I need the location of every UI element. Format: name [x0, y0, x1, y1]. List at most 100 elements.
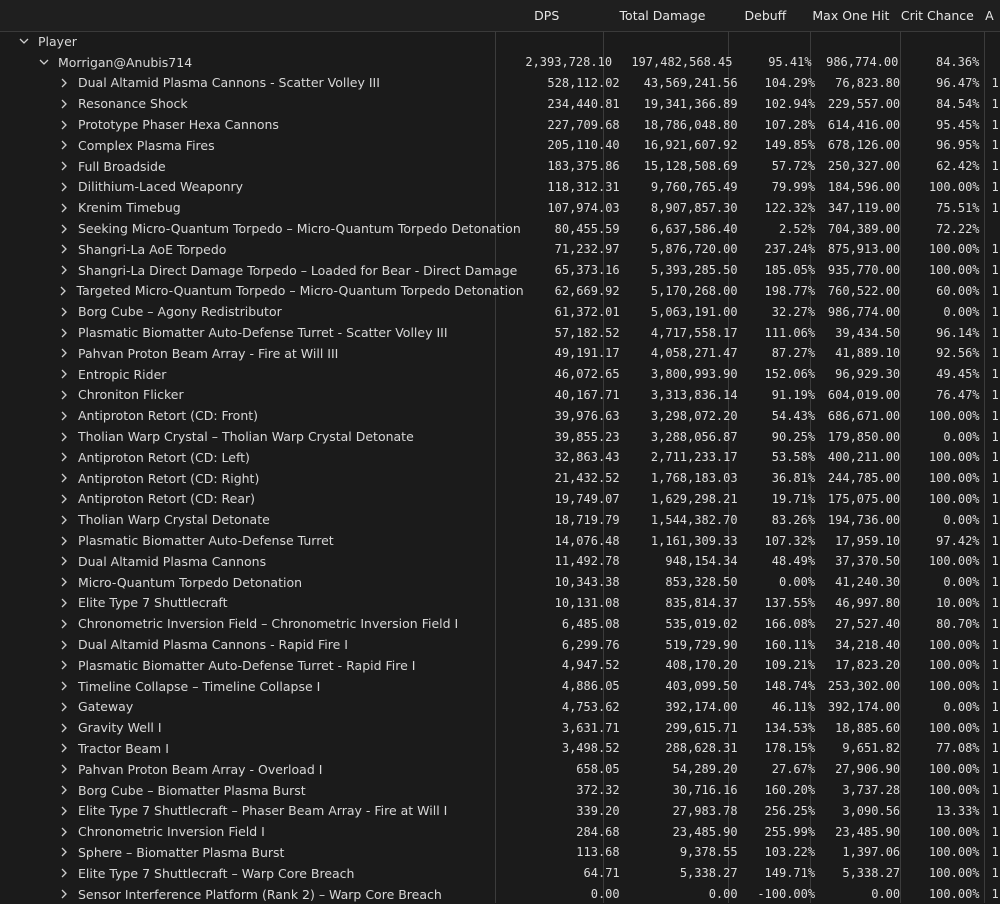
tree-row-ability[interactable]: Antiproton Retort (CD: Front) 39,976.63 3,…: [0, 405, 1000, 426]
tree-row-ability[interactable]: Antiproton Retort (CD: Rear) 19,749.07 1,6…: [0, 489, 1000, 510]
chevron-right-icon[interactable]: [57, 515, 71, 525]
ability-name: Borg Cube – Biomatter Plasma Burst: [78, 782, 306, 798]
tree-row-ability[interactable]: Targeted Micro-Quantum Torpedo – Micro-Q…: [0, 281, 1000, 302]
column-header-debuff[interactable]: Debuff: [725, 0, 807, 31]
chevron-right-icon[interactable]: [57, 827, 71, 837]
chevron-right-icon[interactable]: [57, 785, 71, 795]
ability-name: Timeline Collapse – Timeline Collapse I: [78, 678, 321, 694]
tree-row-ability[interactable]: Borg Cube – Agony Redistributor 61,372.01…: [0, 301, 1000, 322]
ability-name: Plasmatic Biomatter Auto-Defense Turret: [78, 533, 334, 549]
chevron-right-icon[interactable]: [57, 764, 71, 774]
extra-cell: 1: [991, 554, 999, 569]
tree-row-ability[interactable]: Complex Plasma Fires 205,110.40 16,921,607…: [0, 135, 1000, 156]
chevron-right-icon[interactable]: [57, 723, 71, 733]
chevron-right-icon[interactable]: [57, 369, 71, 379]
tree-row-ability[interactable]: Full Broadside 183,375.86 15,128,508.69 57.…: [0, 156, 1000, 177]
chevron-right-icon[interactable]: [57, 473, 71, 483]
tree-row-group[interactable]: Player: [0, 31, 1000, 52]
chevron-right-icon[interactable]: [57, 307, 71, 317]
chevron-right-icon[interactable]: [57, 161, 71, 171]
chevron-right-icon[interactable]: [57, 286, 70, 296]
tree-row-ability[interactable]: Antiproton Retort (CD: Left) 32,863.43 2,7…: [0, 447, 1000, 468]
tree-row-ability[interactable]: Tholian Warp Crystal Detonate 18,719.79 1,…: [0, 509, 1000, 530]
chevron-right-icon[interactable]: [57, 868, 71, 878]
tree-row-ability[interactable]: Borg Cube – Biomatter Plasma Burst 372.32…: [0, 780, 1000, 801]
tree-row-ability[interactable]: Timeline Collapse – Timeline Collapse I 4…: [0, 676, 1000, 697]
chevron-right-icon[interactable]: [57, 348, 71, 358]
column-header-crit-chance[interactable]: Crit Chance: [896, 0, 980, 31]
tree-row-ability[interactable]: Sensor Interference Platform (Rank 2) – …: [0, 884, 1000, 904]
chevron-right-icon[interactable]: [57, 411, 71, 421]
tree-row-ability[interactable]: Plasmatic Biomatter Auto-Defense Turret 1…: [0, 530, 1000, 551]
tree-row-ability[interactable]: Prototype Phaser Hexa Cannons 227,709.68 1…: [0, 114, 1000, 135]
tree-row-ability[interactable]: Gateway 4,753.62 392,174.00 46.11% 392,174.0…: [0, 697, 1000, 718]
chevron-right-icon[interactable]: [57, 452, 71, 462]
tree-row-ability[interactable]: Gravity Well I 3,631.71 299,615.71 134.53% 1…: [0, 717, 1000, 738]
tree-row-ability[interactable]: Sphere – Biomatter Plasma Burst 113.68 9,3…: [0, 842, 1000, 863]
tree-row-ability[interactable]: Shangri-La AoE Torpedo 71,232.97 5,876,720…: [0, 239, 1000, 260]
tree-row-ability[interactable]: Dual Altamid Plasma Cannons - Rapid Fire…: [0, 634, 1000, 655]
max-one-hit-cell: 686,671.00: [827, 408, 901, 423]
chevron-right-icon[interactable]: [57, 224, 71, 234]
tree-row-ability[interactable]: Dual Altamid Plasma Cannons - Scatter Vo…: [0, 73, 1000, 94]
chevron-right-icon[interactable]: [57, 743, 71, 753]
chevron-down-icon[interactable]: [37, 57, 51, 67]
chevron-right-icon[interactable]: [57, 182, 71, 192]
chevron-right-icon[interactable]: [57, 140, 71, 150]
column-header-dps[interactable]: DPS: [493, 0, 600, 31]
column-header-max-one-hit[interactable]: Max One Hit: [806, 0, 895, 31]
tree-row-ability[interactable]: Entropic Rider 46,072.65 3,800,993.90 152.0…: [0, 364, 1000, 385]
chevron-right-icon[interactable]: [57, 120, 71, 130]
chevron-right-icon[interactable]: [57, 640, 71, 650]
chevron-right-icon[interactable]: [57, 577, 71, 587]
tree-row-ability[interactable]: Dilithium-Laced Weaponry 118,312.31 9,760,…: [0, 177, 1000, 198]
chevron-right-icon[interactable]: [57, 265, 71, 275]
chevron-right-icon[interactable]: [57, 660, 71, 670]
tree-row-ability[interactable]: Micro-Quantum Torpedo Detonation 10,343.3…: [0, 572, 1000, 593]
column-header-total-damage[interactable]: Total Damage: [600, 0, 724, 31]
tree-row-ability[interactable]: Plasmatic Biomatter Auto-Defense Turret …: [0, 655, 1000, 676]
column-header-a[interactable]: A: [979, 0, 1000, 31]
tree-row-ability[interactable]: Tholian Warp Crystal – Tholian Warp Crys…: [0, 426, 1000, 447]
extra-cell: 1: [991, 533, 999, 548]
tree-row-ability[interactable]: Elite Type 7 Shuttlecraft 10,131.08 835,81…: [0, 593, 1000, 614]
chevron-right-icon[interactable]: [57, 536, 71, 546]
chevron-right-icon[interactable]: [57, 203, 71, 213]
tree-row-ability[interactable]: Pahvan Proton Beam Array - Fire at Will …: [0, 343, 1000, 364]
chevron-right-icon[interactable]: [57, 432, 71, 442]
chevron-right-icon[interactable]: [57, 494, 71, 504]
extra-cell: 1: [991, 762, 999, 777]
chevron-right-icon[interactable]: [57, 78, 71, 88]
chevron-right-icon[interactable]: [57, 681, 71, 691]
chevron-right-icon[interactable]: [57, 556, 71, 566]
chevron-right-icon[interactable]: [57, 889, 71, 899]
tree-row-player[interactable]: Morrigan@Anubis714 2,393,728.10 197,482,…: [0, 52, 1000, 73]
extra-cell: 1: [991, 408, 999, 423]
tree-row-ability[interactable]: Chronometric Inversion Field – Chronomet…: [0, 613, 1000, 634]
tree-row-ability[interactable]: Shangri-La Direct Damage Torpedo – Loade…: [0, 260, 1000, 281]
tree-row-ability[interactable]: Antiproton Retort (CD: Right) 21,432.52 1,…: [0, 468, 1000, 489]
chevron-right-icon[interactable]: [57, 390, 71, 400]
chevron-right-icon[interactable]: [57, 328, 71, 338]
chevron-right-icon[interactable]: [57, 598, 71, 608]
chevron-right-icon[interactable]: [57, 702, 71, 712]
tree-row-ability[interactable]: Dual Altamid Plasma Cannons 11,492.78 948,…: [0, 551, 1000, 572]
tree-row-ability[interactable]: Plasmatic Biomatter Auto-Defense Turret …: [0, 322, 1000, 343]
chevron-right-icon[interactable]: [57, 806, 71, 816]
tree-row-ability[interactable]: Seeking Micro-Quantum Torpedo – Micro-Qu…: [0, 218, 1000, 239]
tree-row-ability[interactable]: Chronometric Inversion Field I 284.68 23,4…: [0, 821, 1000, 842]
tree-row-ability[interactable]: Elite Type 7 Shuttlecraft – Warp Core Br…: [0, 863, 1000, 884]
tree-row-ability[interactable]: Elite Type 7 Shuttlecraft – Phaser Beam …: [0, 800, 1000, 821]
tree-row-ability[interactable]: Resonance Shock 234,440.81 19,341,366.89 10…: [0, 93, 1000, 114]
tree-row-ability[interactable]: Pahvan Proton Beam Array - Overload I 658…: [0, 759, 1000, 780]
ability-name: Chronometric Inversion Field I: [78, 824, 265, 840]
chevron-right-icon[interactable]: [57, 244, 71, 254]
chevron-right-icon[interactable]: [57, 619, 71, 629]
tree-row-ability[interactable]: Krenim Timebug 107,974.03 8,907,857.30 122.…: [0, 197, 1000, 218]
tree-row-ability[interactable]: Tractor Beam I 3,498.52 288,628.31 178.15% 9…: [0, 738, 1000, 759]
crit-chance-cell: 49.45%: [936, 367, 980, 382]
chevron-right-icon[interactable]: [57, 99, 71, 109]
tree-row-ability[interactable]: Chroniton Flicker 40,167.71 3,313,836.14 91…: [0, 385, 1000, 406]
chevron-right-icon[interactable]: [57, 847, 71, 857]
chevron-down-icon[interactable]: [17, 36, 31, 46]
